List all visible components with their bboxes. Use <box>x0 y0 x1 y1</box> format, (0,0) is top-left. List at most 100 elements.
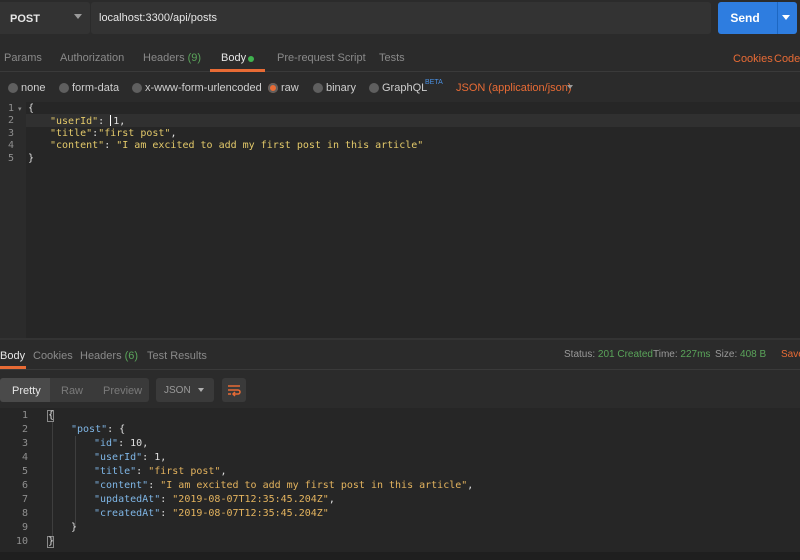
json-sep: : <box>118 438 131 449</box>
indent-guide <box>52 422 53 542</box>
raw-button[interactable]: Raw <box>61 385 83 397</box>
json-key: "content" <box>94 480 149 491</box>
tab-test-results[interactable]: Test Results <box>147 350 207 362</box>
tab-response-body-underline <box>0 366 26 369</box>
json-key: "id" <box>94 438 119 449</box>
code-line: "userId": 1, <box>50 115 125 127</box>
tab-authorization[interactable]: Authorization <box>60 52 124 64</box>
line-number: 8 <box>21 508 28 519</box>
radio-form-data-label: form-data <box>72 82 120 94</box>
time-readout: Time: 227ms <box>653 349 710 360</box>
pretty-button[interactable]: Pretty <box>12 385 41 397</box>
json-sep: : <box>104 140 117 151</box>
line-number: 5 <box>21 466 28 477</box>
json-value: "2019-08-07T12:35:45.204Z" <box>172 508 329 519</box>
tab-headers[interactable]: Headers (9) <box>143 52 201 64</box>
radio-urlencoded[interactable] <box>132 83 142 93</box>
cookies-link[interactable]: Cookies <box>733 53 773 65</box>
radio-form-data[interactable] <box>59 83 69 93</box>
radio-raw[interactable] <box>268 83 278 93</box>
size-label: Size: <box>715 349 738 360</box>
line-number: 4 <box>7 140 14 151</box>
json-value: 10 <box>130 438 143 449</box>
tab-response-headers-count: (6) <box>124 350 139 362</box>
json-key: "userId" <box>50 116 99 127</box>
tab-prerequest-script[interactable]: Pre-request Script <box>277 52 366 64</box>
json-key: "title" <box>94 466 137 477</box>
code-line: } <box>28 153 35 164</box>
line-number: 4 <box>21 452 28 463</box>
radio-urlencoded-label: x-www-form-urlencoded <box>145 82 262 94</box>
time-label: Time: <box>653 349 678 360</box>
chevron-down-icon[interactable] <box>567 85 573 89</box>
line-number: 10 <box>15 536 28 547</box>
status-value: 201 Created <box>597 349 653 360</box>
json-value: "first post" <box>148 466 221 477</box>
json-key: "userId" <box>94 452 143 463</box>
radio-none[interactable] <box>8 83 18 93</box>
content-type-select[interactable]: JSON (application/json) <box>456 82 572 94</box>
json-comma: , <box>328 494 335 505</box>
radio-binary[interactable] <box>313 83 323 93</box>
tab-response-body[interactable]: Body <box>0 350 25 362</box>
tab-tests[interactable]: Tests <box>379 52 405 64</box>
code-line: "content": "I am excited to add my first… <box>94 480 473 491</box>
json-comma: , <box>160 452 167 463</box>
size-value: 408 B <box>740 349 767 360</box>
tab-body[interactable]: Body <box>221 52 246 64</box>
wrap-lines-button[interactable] <box>222 378 246 402</box>
active-indicator-dot <box>248 56 254 62</box>
active-line-highlight <box>26 114 800 127</box>
save-response-button[interactable]: Save <box>781 349 800 360</box>
chevron-down-icon[interactable] <box>782 15 790 20</box>
code-line: "title": "first post", <box>94 466 226 477</box>
json-comma: , <box>220 466 227 477</box>
json-key: "title" <box>50 128 93 139</box>
line-number: 5 <box>7 153 14 164</box>
chevron-down-icon <box>74 14 82 19</box>
line-number: 6 <box>21 480 28 491</box>
json-value: "2019-08-07T12:35:45.204Z" <box>172 494 329 505</box>
line-number: 1 <box>21 410 28 421</box>
json-sep: : <box>160 494 173 505</box>
tab-params[interactable]: Params <box>4 52 42 64</box>
tab-response-cookies[interactable]: Cookies <box>33 350 73 362</box>
tab-headers-label: Headers <box>143 52 185 64</box>
code-line: } <box>48 536 55 547</box>
time-value: 227ms <box>680 349 711 360</box>
send-divider <box>777 2 778 34</box>
json-sep: : <box>98 116 111 127</box>
method-label: POST <box>10 13 40 25</box>
preview-button[interactable]: Preview <box>103 385 142 397</box>
json-sep: : <box>148 480 161 491</box>
url-text: localhost:3300/api/posts <box>99 12 218 24</box>
code-line: "id": 10, <box>94 438 148 449</box>
indent-guide <box>75 436 76 528</box>
fold-icon[interactable]: ▾ <box>18 105 22 113</box>
json-key: "content" <box>50 140 105 151</box>
code-line: "createdAt": "2019-08-07T12:35:45.204Z" <box>94 508 329 519</box>
line-number: 3 <box>21 438 28 449</box>
radio-graphql[interactable] <box>369 83 379 93</box>
send-button[interactable]: Send <box>718 2 797 34</box>
code-line: "post": { <box>71 424 125 435</box>
line-number: 9 <box>21 522 28 533</box>
line-number: 2 <box>21 424 28 435</box>
tab-response-headers[interactable]: Headers (6) <box>80 350 138 362</box>
code-link[interactable]: Code <box>774 53 800 65</box>
code-line: { <box>48 410 55 421</box>
url-input[interactable]: localhost:3300/api/posts <box>91 2 711 34</box>
status-bar <box>0 552 800 560</box>
radio-none-label: none <box>21 82 46 94</box>
json-sep: : { <box>107 424 126 435</box>
size-readout: Size: 408 B <box>715 349 766 360</box>
json-sep: : <box>136 466 149 477</box>
json-value: 1, <box>113 116 126 127</box>
radio-raw-label: raw <box>281 82 299 94</box>
json-value: "first post" <box>98 128 171 139</box>
line-number: 3 <box>7 128 14 139</box>
line-number: 2 <box>7 115 14 126</box>
line-number: 7 <box>21 494 28 505</box>
json-comma: , <box>170 128 177 139</box>
json-key: "post" <box>71 424 108 435</box>
